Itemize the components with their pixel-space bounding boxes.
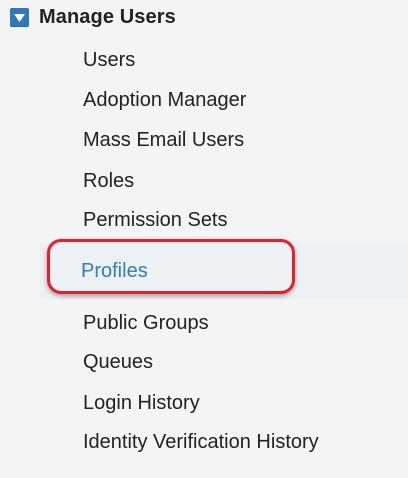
nav-item-users[interactable]: Users (83, 48, 135, 72)
nav-item-permission-sets[interactable]: Permission Sets (83, 208, 228, 232)
nav-item-adoption-manager[interactable]: Adoption Manager (83, 88, 246, 112)
nav-item-public-groups[interactable]: Public Groups (83, 311, 209, 335)
nav-item-identity-verification-history[interactable]: Identity Verification History (83, 430, 319, 454)
nav-item-mass-email-users[interactable]: Mass Email Users (83, 128, 244, 152)
triangle-down-icon[interactable] (10, 8, 29, 27)
manage-users-section-header[interactable]: Manage Users (10, 6, 176, 29)
nav-item-queues[interactable]: Queues (83, 350, 153, 374)
triangle-down-icon-glyph (14, 13, 25, 22)
nav-item-roles[interactable]: Roles (83, 169, 134, 193)
nav-item-login-history[interactable]: Login History (83, 391, 200, 415)
section-title: Manage Users (39, 6, 176, 28)
nav-item-profiles[interactable]: Profiles (81, 259, 148, 283)
